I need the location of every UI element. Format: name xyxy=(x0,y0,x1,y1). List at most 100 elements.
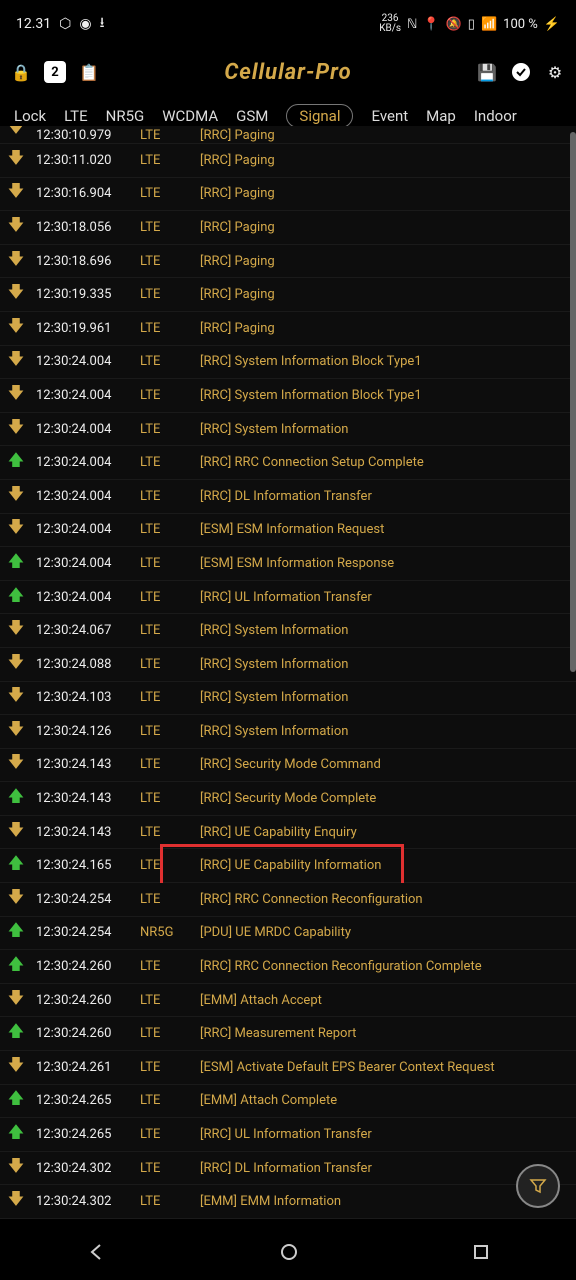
log-row[interactable]: 🡇12:30:24.004LTE[ESM] ESM Information Re… xyxy=(0,514,576,548)
tab-indoor[interactable]: Indoor xyxy=(474,107,517,125)
tab-wcdma[interactable]: WCDMA xyxy=(162,107,218,125)
sim-icon: ▯ xyxy=(468,17,475,32)
log-row[interactable]: 🡇12:30:16.904LTE[RRC] Paging xyxy=(0,178,576,212)
log-row[interactable]: 🡇12:30:24.126LTE[RRC] System Information xyxy=(0,715,576,749)
log-row[interactable]: 🡇12:30:24.254LTE[RRC] RRC Connection Rec… xyxy=(0,883,576,917)
arrow-down-icon: 🡇 xyxy=(4,248,28,275)
log-message: [RRC] Security Mode Command xyxy=(200,757,570,772)
log-row[interactable]: 🡅12:30:24.265LTE[EMM] Attach Complete xyxy=(0,1085,576,1119)
log-message: [RRC] UL Information Transfer xyxy=(200,1127,570,1142)
tab-map[interactable]: Map xyxy=(426,107,456,125)
tab-lte[interactable]: LTE xyxy=(64,107,88,125)
tab-lock[interactable]: Lock xyxy=(14,107,46,125)
log-message: [RRC] Paging xyxy=(200,186,570,201)
log-row[interactable]: 🡇12:30:24.261LTE[ESM] Activate Default E… xyxy=(0,1051,576,1085)
log-tech: LTE xyxy=(140,892,200,907)
signal-log-list[interactable]: 🡇12:30:10.979LTE[RRC] Paging🡇12:30:11.02… xyxy=(0,126,576,1224)
log-row[interactable]: 🡅12:30:24.004LTE[RRC] UL Information Tra… xyxy=(0,581,576,615)
log-tech: LTE xyxy=(140,220,200,235)
arrow-up-icon: 🡅 xyxy=(4,449,28,476)
log-row[interactable]: 🡇12:30:24.004LTE[RRC] System Information… xyxy=(0,379,576,413)
tab-event[interactable]: Event xyxy=(371,107,408,125)
log-row[interactable]: 🡇12:30:24.103LTE[RRC] System Information xyxy=(0,682,576,716)
log-row[interactable]: 🡅12:30:24.265LTE[RRC] UL Information Tra… xyxy=(0,1118,576,1152)
home-button[interactable] xyxy=(279,1242,299,1262)
recent-button[interactable] xyxy=(472,1243,490,1261)
log-tech: LTE xyxy=(140,825,200,840)
arrow-down-icon: 🡇 xyxy=(4,1188,28,1215)
log-message: [RRC] Paging xyxy=(200,254,570,269)
log-time: 12:30:10.979 xyxy=(28,128,140,143)
dnd-icon: 🔕 xyxy=(446,17,462,32)
arrow-down-icon: 🡇 xyxy=(4,348,28,375)
log-message: [EMM] EMM Information xyxy=(200,1194,570,1209)
log-message: [RRC] DL Information Transfer xyxy=(200,489,570,504)
log-message: [RRC] System Information xyxy=(200,657,570,672)
arrow-down-icon: 🡇 xyxy=(4,684,28,711)
log-row[interactable]: 🡇12:30:24.004LTE[RRC] DL Information Tra… xyxy=(0,480,576,514)
log-row[interactable]: 🡅12:30:24.260LTE[RRC] Measurement Report xyxy=(0,1017,576,1051)
log-time: 12:30:24.143 xyxy=(28,825,140,840)
log-row[interactable]: 🡇12:30:18.696LTE[RRC] Paging xyxy=(0,245,576,279)
log-tech: LTE xyxy=(140,128,200,143)
notification-badge[interactable]: 2 xyxy=(44,61,66,83)
log-row[interactable]: 🡇12:30:11.020LTE[RRC] Paging xyxy=(0,144,576,178)
log-row[interactable]: 🡇12:30:24.143LTE[RRC] Security Mode Comm… xyxy=(0,749,576,783)
gear-icon[interactable]: ⚙ xyxy=(544,61,566,83)
log-row[interactable]: 🡇12:30:10.979LTE[RRC] Paging xyxy=(0,126,576,144)
log-row[interactable]: 🡇12:30:24.088LTE[RRC] System Information xyxy=(0,648,576,682)
arrow-down-icon: 🡇 xyxy=(4,651,28,678)
arrow-down-icon: 🡇 xyxy=(4,987,28,1014)
tab-nr5g[interactable]: NR5G xyxy=(106,107,145,125)
log-time: 12:30:24.004 xyxy=(28,455,140,470)
log-tech: LTE xyxy=(140,1127,200,1142)
log-message: [RRC] Paging xyxy=(200,321,570,336)
log-row[interactable]: 🡇12:30:24.260LTE[EMM] Attach Accept xyxy=(0,984,576,1018)
log-row[interactable]: 🡅12:30:24.260LTE[RRC] RRC Connection Rec… xyxy=(0,950,576,984)
log-row[interactable]: 🡇12:30:24.004LTE[RRC] System Information… xyxy=(0,346,576,380)
location-icon: ◉ xyxy=(79,16,91,32)
log-message: [RRC] DL Information Transfer xyxy=(200,1161,570,1176)
log-row[interactable]: 🡅12:30:24.143LTE[RRC] Security Mode Comp… xyxy=(0,782,576,816)
back-button[interactable] xyxy=(86,1242,106,1262)
arrow-down-icon: 🡇 xyxy=(4,617,28,644)
scrollbar[interactable] xyxy=(570,132,576,672)
clipboard-icon[interactable]: 📋 xyxy=(78,61,100,83)
log-row[interactable]: 🡇12:30:19.335LTE[RRC] Paging xyxy=(0,278,576,312)
edit-icon[interactable] xyxy=(510,61,532,83)
log-message: [RRC] Paging xyxy=(200,220,570,235)
log-row[interactable]: 🡇12:30:19.961LTE[RRC] Paging xyxy=(0,312,576,346)
log-message: [RRC] Paging xyxy=(200,153,570,168)
log-row[interactable]: 🡅12:30:24.004LTE[ESM] ESM Information Re… xyxy=(0,547,576,581)
log-message: [ESM] ESM Information Request xyxy=(200,522,570,537)
filter-fab[interactable] xyxy=(516,1164,560,1208)
nfc-icon: ℕ xyxy=(407,17,417,32)
log-row[interactable]: 🡇12:30:24.143LTE[RRC] UE Capability Enqu… xyxy=(0,816,576,850)
save-icon[interactable]: 💾 xyxy=(476,61,498,83)
lock-icon[interactable]: 🔒 xyxy=(10,61,32,83)
log-time: 12:30:24.265 xyxy=(28,1127,140,1142)
log-message: [RRC] UE Capability Enquiry xyxy=(200,825,570,840)
arrow-up-icon: 🡅 xyxy=(4,550,28,577)
log-row[interactable]: 🡅12:30:24.165LTE[RRC] UE Capability Info… xyxy=(0,849,576,883)
log-time: 12:30:24.004 xyxy=(28,354,140,369)
log-row[interactable]: 🡅12:30:24.004LTE[RRC] RRC Connection Set… xyxy=(0,446,576,480)
battery-text: 100 % xyxy=(503,17,538,32)
log-row[interactable]: 🡅12:30:24.254NR5G[PDU] UE MRDC Capabilit… xyxy=(0,917,576,951)
log-message: [RRC] System Information xyxy=(200,690,570,705)
log-tech: LTE xyxy=(140,623,200,638)
log-row[interactable]: 🡇12:30:24.067LTE[RRC] System Information xyxy=(0,614,576,648)
log-row[interactable]: 🡇12:30:24.302LTE[EMM] EMM Information xyxy=(0,1185,576,1219)
log-row[interactable]: 🡇12:30:18.056LTE[RRC] Paging xyxy=(0,211,576,245)
tab-gsm[interactable]: GSM xyxy=(236,107,268,125)
log-time: 12:30:24.143 xyxy=(28,757,140,772)
log-time: 12:30:18.056 xyxy=(28,220,140,235)
app-bar: 🔒 2 📋 Cellular-Pro 💾 ⚙ xyxy=(0,48,576,96)
system-nav-bar xyxy=(0,1224,576,1280)
log-message: [EMM] Attach Complete xyxy=(200,1093,570,1108)
log-row[interactable]: 🡇12:30:24.302LTE[RRC] DL Information Tra… xyxy=(0,1152,576,1186)
tab-signal[interactable]: Signal xyxy=(286,104,353,128)
log-tech: LTE xyxy=(140,858,200,873)
log-row[interactable]: 🡇12:30:24.004LTE[RRC] System Information xyxy=(0,413,576,447)
arrow-down-icon: 🡇 xyxy=(4,886,28,913)
